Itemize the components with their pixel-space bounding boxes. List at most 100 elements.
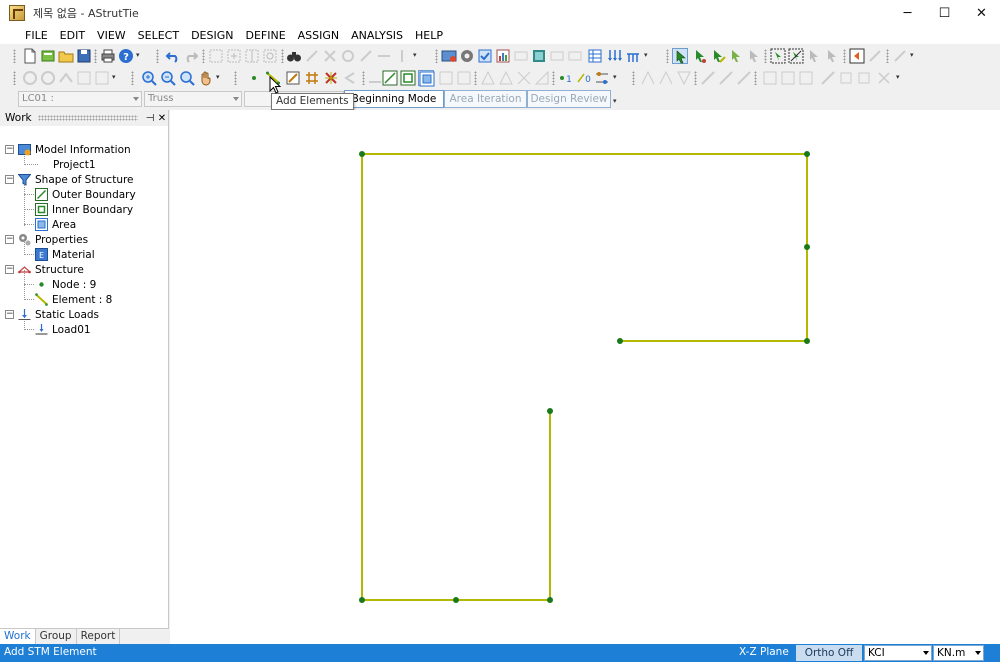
node-point[interactable] [359, 151, 365, 157]
delete-element-icon[interactable] [323, 70, 339, 86]
rotate-icon[interactable] [262, 48, 278, 64]
toolbar-grip[interactable] [435, 49, 438, 63]
new-project-icon[interactable] [40, 48, 56, 64]
load-arrows-icon[interactable] [607, 48, 623, 64]
toolbar-grip[interactable] [694, 71, 697, 85]
node-number-icon[interactable]: 1 [558, 70, 574, 86]
tool-disabled-icon[interactable] [892, 48, 908, 64]
tree-item-node[interactable]: Node : 9 [35, 277, 96, 292]
chevron-down-icon[interactable]: ▾ [910, 52, 915, 59]
select-disabled-icon[interactable] [806, 48, 822, 64]
design-review-button[interactable]: Design Review [527, 90, 611, 108]
toolbar-grip[interactable] [156, 49, 159, 63]
support-icon[interactable] [625, 48, 641, 64]
menu-define[interactable]: DEFINE [239, 29, 291, 42]
node-point[interactable] [453, 597, 459, 603]
tool-disabled-icon[interactable] [780, 70, 796, 86]
tab-work[interactable]: Work [0, 629, 36, 644]
menu-help[interactable]: HELP [409, 29, 449, 42]
menu-design[interactable]: DESIGN [185, 29, 239, 42]
move-node-icon[interactable] [226, 48, 242, 64]
node-point[interactable] [547, 408, 553, 414]
menu-assign[interactable]: ASSIGN [292, 29, 346, 42]
tab-group[interactable]: Group [36, 629, 77, 644]
area-iteration-button[interactable]: Area Iteration [444, 90, 527, 108]
select-pointer-icon[interactable] [672, 48, 688, 64]
toolbar-grip[interactable] [474, 71, 477, 85]
add-node-icon[interactable] [246, 70, 262, 86]
toolbar-grip[interactable] [13, 71, 16, 85]
load-case-select[interactable]: LC01 : [18, 91, 142, 107]
chevron-down-icon[interactable]: ▾ [896, 74, 901, 81]
tool-disabled-icon[interactable] [456, 70, 472, 86]
panel-close-icon[interactable]: ✕ [156, 113, 168, 124]
view-disabled-icon[interactable] [58, 70, 74, 86]
new-file-icon[interactable] [22, 48, 38, 64]
drawing-canvas[interactable] [170, 110, 1000, 644]
copy-node-icon[interactable] [208, 48, 224, 64]
model-type-select[interactable]: Truss [144, 91, 242, 107]
table-icon[interactable] [587, 48, 603, 64]
toolbar-grip[interactable] [632, 71, 635, 85]
unit-select[interactable]: KN.m [933, 645, 984, 661]
tree-item-material[interactable]: E Material [35, 247, 95, 262]
tool-disabled-icon[interactable] [394, 48, 410, 64]
tool-disabled-icon[interactable] [438, 70, 454, 86]
zoom-out-icon[interactable] [160, 70, 176, 86]
design-code-select[interactable]: KCI [864, 645, 932, 661]
gear-icon[interactable] [459, 48, 475, 64]
find-binoculars-icon[interactable] [286, 48, 302, 64]
node-point[interactable] [804, 151, 810, 157]
select-element-icon[interactable] [710, 48, 726, 64]
tree-item-element[interactable]: Element : 8 [35, 292, 112, 307]
chevron-down-icon[interactable]: ▾ [613, 98, 618, 105]
tree-item-structure[interactable]: Structure [17, 262, 84, 277]
tool-disabled-icon[interactable] [304, 48, 320, 64]
tool-disabled-icon[interactable] [876, 70, 892, 86]
beginning-mode-button[interactable]: Beginning Mode [344, 90, 444, 108]
toolbar-grip[interactable] [13, 49, 16, 63]
tool-disabled-icon[interactable] [549, 48, 565, 64]
collapse-toggle[interactable]: − [5, 175, 14, 184]
tool-disabled-icon[interactable] [640, 70, 656, 86]
tool-disabled-icon[interactable] [322, 48, 338, 64]
tool-disabled-icon[interactable] [498, 70, 514, 86]
tree-item-load[interactable]: Load01 [35, 322, 91, 337]
select-disabled-icon[interactable] [824, 48, 840, 64]
view-disabled-icon[interactable] [76, 70, 92, 86]
print-icon[interactable] [100, 48, 116, 64]
outer-boundary-icon[interactable] [382, 70, 398, 86]
tool-disabled-icon[interactable] [516, 70, 532, 86]
view-disabled-icon[interactable] [22, 70, 38, 86]
tool-disabled-icon[interactable] [342, 70, 358, 86]
tool-disabled-icon[interactable] [358, 48, 374, 64]
tool-disabled-icon[interactable] [838, 70, 854, 86]
edit-element-icon[interactable] [285, 70, 301, 86]
tool-disabled-icon[interactable] [567, 48, 583, 64]
chevron-down-icon[interactable]: ▾ [112, 74, 117, 81]
panel-grip[interactable] [37, 115, 138, 121]
node-point[interactable] [617, 338, 623, 344]
inner-boundary-icon[interactable] [400, 70, 416, 86]
tool-disabled-icon[interactable] [513, 48, 529, 64]
view-disabled-icon[interactable] [40, 70, 56, 86]
tool-disabled-icon[interactable] [658, 70, 674, 86]
toolbar-grip[interactable] [754, 71, 757, 85]
close-button[interactable]: ✕ [963, 0, 1000, 26]
analysis-run-icon[interactable] [441, 48, 457, 64]
chevron-down-icon[interactable]: ▾ [413, 52, 418, 59]
chevron-down-icon[interactable]: ▾ [613, 74, 618, 81]
tree-item-area[interactable]: Area [35, 217, 76, 232]
tool-disabled-icon[interactable] [480, 70, 496, 86]
toolbar-grip[interactable] [886, 49, 889, 63]
window-select-icon[interactable] [770, 48, 786, 64]
maximize-button[interactable]: ☐ [926, 0, 963, 26]
pan-hand-icon[interactable] [198, 70, 214, 86]
menu-analysis[interactable]: ANALYSIS [345, 29, 409, 42]
node-point[interactable] [547, 597, 553, 603]
tool-disabled-icon[interactable] [718, 70, 734, 86]
tool-disabled-icon[interactable] [867, 48, 883, 64]
select-node-icon[interactable] [692, 48, 708, 64]
tool-disabled-icon[interactable] [798, 70, 814, 86]
redo-icon[interactable] [183, 48, 199, 64]
